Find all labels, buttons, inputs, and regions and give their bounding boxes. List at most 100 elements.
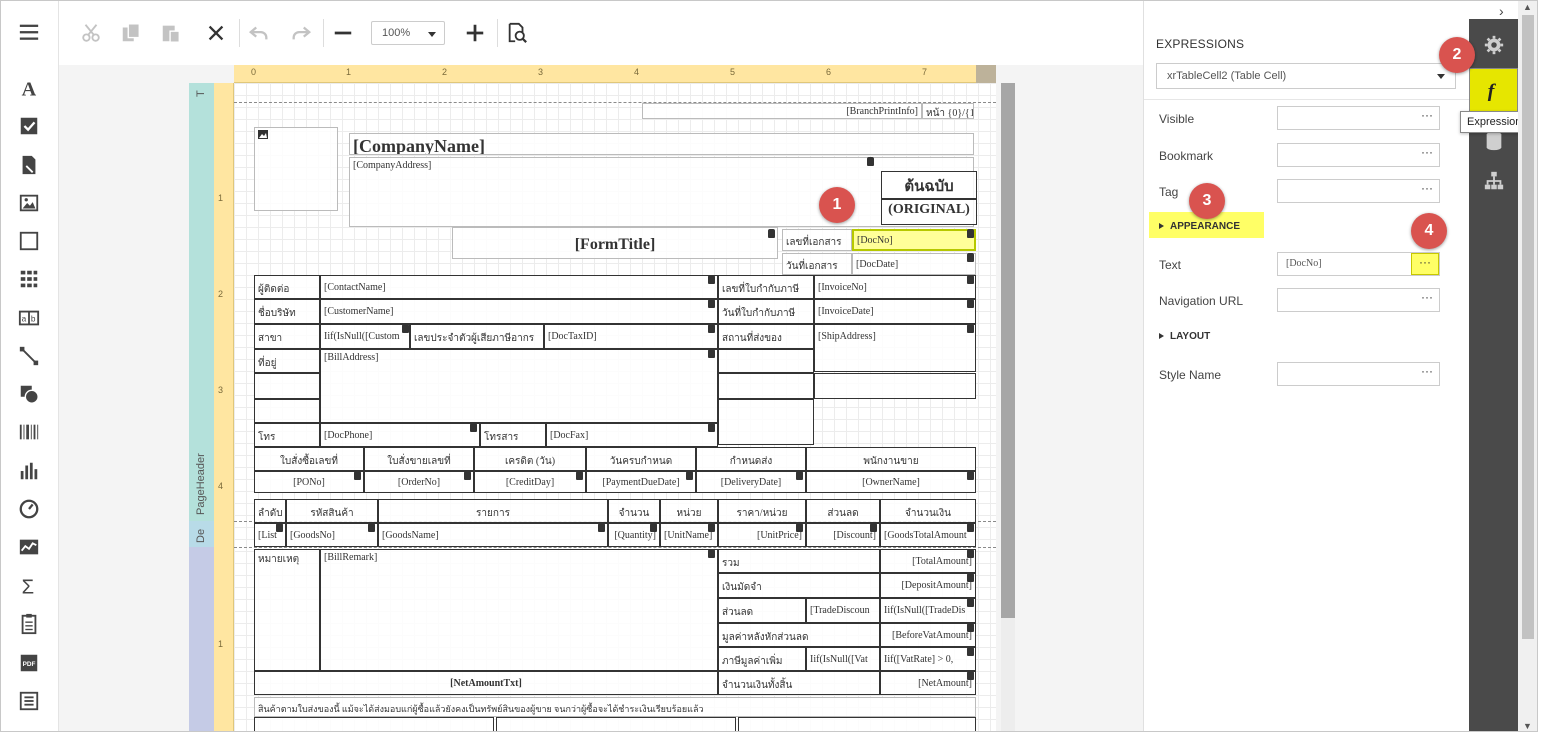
cut-icon[interactable] <box>77 19 105 47</box>
canvas-scrollbar-thumb[interactable] <box>1001 83 1015 618</box>
pdf-content-icon[interactable]: PDF <box>15 650 43 676</box>
vat-rate-expression[interactable]: Iif([VatRate] > 0, <box>880 647 976 671</box>
band-report-footer[interactable] <box>189 547 214 731</box>
scroll-up-icon[interactable]: ▲ <box>1523 2 1532 12</box>
signature-box-2[interactable] <box>496 717 736 731</box>
contact-name[interactable]: [ContactName] <box>320 275 718 299</box>
barcode-icon[interactable] <box>15 419 43 445</box>
item-header[interactable]: ราคา/หน่วย <box>718 499 806 523</box>
character-comb-icon[interactable]: ab <box>15 305 43 331</box>
order-value[interactable]: [OrderNo] <box>364 471 474 493</box>
bill-remark[interactable]: [BillRemark] <box>320 549 718 671</box>
order-header[interactable]: กำหนดส่ง <box>696 447 806 471</box>
invoice-blank-2[interactable] <box>718 373 814 399</box>
address-line-2[interactable] <box>254 373 320 399</box>
text-expression-field[interactable]: [DocNo] ··· <box>1277 252 1440 276</box>
bookmark-expression-field[interactable]: ··· <box>1277 143 1440 167</box>
doc-date-label[interactable]: วันที่เอกสาร <box>782 253 852 275</box>
copy-icon[interactable] <box>117 19 145 47</box>
paste-icon[interactable] <box>157 19 185 47</box>
ship-label[interactable]: สถานที่ส่งของ <box>718 324 814 349</box>
table-icon[interactable] <box>15 266 43 292</box>
expressions-tab-function-icon[interactable]: f <box>1469 68 1518 112</box>
fax-label[interactable]: โทรสาร <box>480 423 546 447</box>
page-info[interactable]: หน้า {0}/{1} <box>922 103 974 119</box>
design-surface[interactable]: 0 1 2 3 4 5 6 7 T PageHeader De 1 2 3 4 … <box>59 65 1143 731</box>
address-label[interactable]: ที่อยู่ <box>254 349 320 373</box>
item-header[interactable]: จำนวน <box>608 499 660 523</box>
ellipsis-button[interactable]: ··· <box>1421 290 1433 304</box>
properties-tab-gear-icon[interactable] <box>1469 23 1518 67</box>
invoice-blank-1[interactable] <box>718 349 814 373</box>
ellipsis-button[interactable]: ··· <box>1421 364 1433 378</box>
net-amount-text[interactable]: [NetAmountTxt] <box>254 671 718 695</box>
invoice-date-label[interactable]: วันที่ใบกำกับภาษี <box>718 299 814 324</box>
invoice-blank-3[interactable] <box>814 373 976 399</box>
item-header[interactable]: ลำดับ <box>254 499 286 523</box>
item-value[interactable]: [Discount] <box>806 523 880 547</box>
net-total-label[interactable]: จำนวนเงินทั้งสิ้น <box>718 671 880 695</box>
order-value[interactable]: [PONo] <box>254 471 364 493</box>
order-value[interactable]: [OwnerName] <box>806 471 976 493</box>
zoom-in-icon[interactable] <box>461 19 489 47</box>
sparkline-icon[interactable] <box>15 534 43 560</box>
customer-label[interactable]: ชื่อบริษัท <box>254 299 320 324</box>
original-en-label[interactable]: (ORIGINAL) <box>881 199 977 225</box>
rich-text-icon[interactable] <box>15 152 43 178</box>
invoice-no-label[interactable]: เลขที่ใบกำกับภาษี <box>718 275 814 299</box>
tax-id[interactable]: [DocTaxID] <box>544 324 718 349</box>
company-name[interactable]: [CompanyName] <box>349 133 974 155</box>
report-page[interactable]: [BranchPrintInfo] หน้า {0}/{1} [CompanyN… <box>234 83 996 731</box>
before-vat-amount[interactable]: [BeforeVatAmount] <box>880 623 976 647</box>
deposit-amount[interactable]: [DepositAmount] <box>880 573 976 598</box>
appearance-section-toggle[interactable]: APPEARANCE <box>1159 221 1240 232</box>
trade-discount[interactable]: [TradeDiscoun <box>806 598 880 623</box>
picture-icon[interactable] <box>15 190 43 216</box>
summary-icon[interactable]: Σ <box>15 573 43 599</box>
gauge-icon[interactable] <box>15 496 43 522</box>
doc-no-label[interactable]: เลขที่เอกสาร <box>782 229 852 251</box>
phone[interactable]: [DocPhone] <box>320 423 480 447</box>
trade-discount-expression[interactable]: Iif(IsNull([TradeDis <box>880 598 976 623</box>
order-value[interactable]: [CreditDay] <box>474 471 586 493</box>
menu-icon[interactable] <box>15 19 43 45</box>
bill-address[interactable]: [BillAddress] <box>320 349 718 423</box>
total-amount[interactable]: [TotalAmount] <box>880 549 976 573</box>
item-header[interactable]: จำนวนเงิน <box>880 499 976 523</box>
subreport-icon[interactable] <box>15 611 43 637</box>
scroll-down-icon[interactable]: ▼ <box>1523 721 1532 731</box>
panel-icon[interactable] <box>15 228 43 254</box>
redo-icon[interactable] <box>287 19 315 47</box>
original-th-label[interactable]: ต้นฉบับ <box>881 171 977 199</box>
net-amount[interactable]: [NetAmount] <box>880 671 976 695</box>
before-vat-label[interactable]: มูลค่าหลังหักส่วนลด <box>718 623 880 647</box>
address-line-3[interactable] <box>254 399 320 423</box>
company-logo[interactable] <box>254 127 338 211</box>
ellipsis-button[interactable]: ··· <box>1421 145 1433 159</box>
item-header[interactable]: หน่วย <box>660 499 718 523</box>
tag-expression-field[interactable]: ··· <box>1277 179 1440 203</box>
collapse-panel-icon[interactable]: › <box>1499 3 1504 19</box>
layout-section-toggle[interactable]: LAYOUT <box>1159 331 1210 342</box>
band-page-header[interactable]: PageHeader <box>189 103 214 521</box>
signature-box-1[interactable] <box>254 717 494 731</box>
zoom-select[interactable]: 100% <box>371 21 445 45</box>
order-header[interactable]: ใบสั่งขายเลขที่ <box>364 447 474 471</box>
control-selector[interactable]: xrTableCell2 (Table Cell) <box>1156 63 1456 89</box>
visible-expression-field[interactable]: ··· <box>1277 106 1440 130</box>
branch-print-info[interactable]: [BranchPrintInfo] <box>642 103 922 119</box>
remark-label[interactable]: หมายเหตุ <box>254 549 320 671</box>
contact-label[interactable]: ผู้ติดต่อ <box>254 275 320 299</box>
fax[interactable]: [DocFax] <box>546 423 718 447</box>
vat-expression[interactable]: Iif(IsNull([Vat <box>806 647 880 671</box>
window-scrollbar[interactable]: ▲ ▼ <box>1518 1 1537 731</box>
invoice-date[interactable]: [InvoiceDate] <box>814 299 976 324</box>
branch-label[interactable]: สาขา <box>254 324 320 349</box>
discount-label[interactable]: ส่วนลด <box>718 598 806 623</box>
footer-note[interactable]: สินค้าตามใบส่งของนี้ แม้จะได้ส่งมอบแก่ผู… <box>254 697 976 717</box>
navigation-url-expression-field[interactable]: ··· <box>1277 288 1440 312</box>
band-detail[interactable]: De <box>189 521 214 547</box>
window-scrollbar-thumb[interactable] <box>1522 15 1534 639</box>
text-expression-ellipsis-button[interactable]: ··· <box>1411 253 1439 275</box>
undo-icon[interactable] <box>245 19 273 47</box>
